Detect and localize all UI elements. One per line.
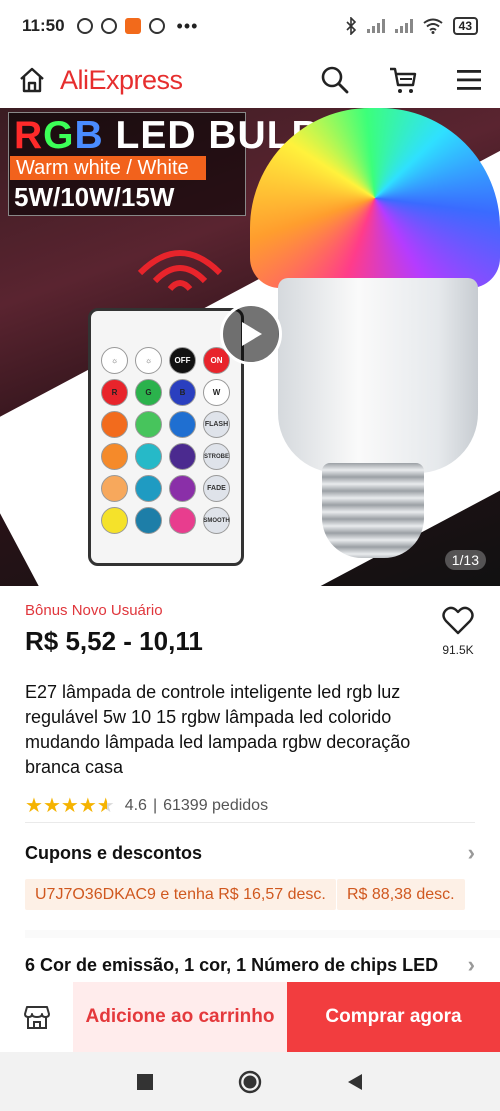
image-counter: 1/13 [444,550,486,570]
store-icon [23,1006,50,1029]
remote-color-button [135,475,162,502]
star-icon: ★ [25,795,43,817]
signal-icon-2 [394,19,413,33]
more-notifications-icon: ••• [176,15,199,36]
remote-color-button [101,443,128,470]
remote-color-button [135,411,162,438]
star-icon: ★ [60,795,79,817]
remote-strobe-button: STROBE [203,443,230,470]
star-icon: ★ [78,795,97,817]
remote-off-button: OFF [169,347,196,374]
status-bar: 11:50 ••• 43 [0,0,500,52]
heart-icon [442,606,474,635]
cart-icon[interactable] [388,65,418,95]
rating-separator: | [152,797,158,814]
coupon-tag[interactable]: U7J7O36DKAC9 e tenha R$ 16,57 desc. [25,879,336,910]
remote-r-button: R [101,379,128,406]
variant-selector[interactable]: 6 Cor de emissão, 1 cor, 1 Número de chi… [25,952,475,978]
remote-b-button: B [169,379,196,406]
remote-color-button [135,443,162,470]
product-image-gallery[interactable]: RGB LED BULB Warm white / White 5W/10W/1… [0,108,500,586]
bulb-body [278,278,478,473]
remote-color-button [169,443,196,470]
product-title: E27 lâmpada de controle inteligente led … [25,682,411,777]
banner-subtitle: Warm white / White [10,156,206,180]
store-button[interactable] [0,982,73,1052]
orders-count: 61399 pedidos [163,797,269,814]
battery-icon: 43 [452,17,478,35]
remote-flash-button: FLASH [203,411,230,438]
new-user-bonus-label: Bônus Novo Usuário [25,602,163,619]
remote-brightness-down: ☼ [135,347,162,374]
price-range: R$ 5,52 - 10,11 [25,626,203,656]
rating-stars: ★ ★ ★ ★ ★ [25,796,115,816]
home-nav-icon[interactable] [238,1070,262,1094]
status-time: 11:50 [22,16,65,35]
b-app-icon [100,18,117,34]
chevron-right-icon: › [467,840,475,865]
discount-tag[interactable]: R$ 88,38 desc. [337,879,465,910]
notification-icons: ••• [76,15,199,37]
search-icon[interactable] [320,65,350,95]
coupons-heading: Cupons e descontos [25,842,203,863]
remote-g-button: G [135,379,162,406]
remote-brightness-up: ☼ [101,347,128,374]
bulb-e27-base [322,463,424,558]
play-video-button[interactable] [220,303,282,365]
section-divider [25,930,500,938]
remote-smooth-button: SMOOTH [203,507,230,534]
rating-row[interactable]: ★ ★ ★ ★ ★ 4.6 | 61399 pedidos [25,796,268,816]
play-icon [242,322,262,346]
remote-color-button [101,411,128,438]
remote-color-button [169,475,196,502]
recent-apps-icon[interactable] [136,1073,154,1091]
wishlist-button[interactable]: 91.5K [436,606,480,657]
banner-title: RGB LED BULB [14,114,321,157]
remote-w-button: W [203,379,230,406]
signal-waves-icon [137,250,223,292]
remote-color-button [169,411,196,438]
bottom-action-bar: Adicione ao carrinho Comprar agora [0,982,500,1052]
system-navigation-bar [0,1052,500,1111]
remote-color-button [135,507,162,534]
alarm-icon [76,18,93,34]
coupons-row[interactable]: Cupons e descontos › [25,840,475,866]
remote-color-button [101,507,128,534]
banner-wattage: 5W/10W/15W [14,182,175,212]
half-star-icon: ★ [96,795,115,817]
star-icon: ★ [42,795,61,817]
app-header: AliExpress [0,52,500,108]
add-to-cart-button[interactable]: Adicione ao carrinho [73,982,287,1052]
remote-color-button [101,475,128,502]
signal-icon [366,19,385,33]
back-icon[interactable] [346,1073,364,1091]
divider [25,822,475,823]
wifi-icon [423,18,443,34]
remote-fade-button: FADE [203,475,230,502]
chevron-right-icon: › [467,952,475,977]
rating-value: 4.6 [124,797,147,814]
remote-control-image: ☼ ☼ OFF ON R G B W FLASH STROBE FADE SMO… [88,308,244,566]
fan-icon [148,18,165,34]
aliexpress-logo[interactable]: AliExpress [60,65,183,96]
buy-now-button[interactable]: Comprar agora [287,982,500,1052]
menu-icon[interactable] [456,68,482,92]
variant-label: 6 Cor de emissão, 1 cor, 1 Número de chi… [25,954,439,975]
remote-color-button [169,507,196,534]
bluetooth-icon [346,17,356,35]
app-notification-icon [124,18,141,34]
home-icon[interactable] [18,66,46,94]
wishlist-count: 91.5K [442,643,474,657]
